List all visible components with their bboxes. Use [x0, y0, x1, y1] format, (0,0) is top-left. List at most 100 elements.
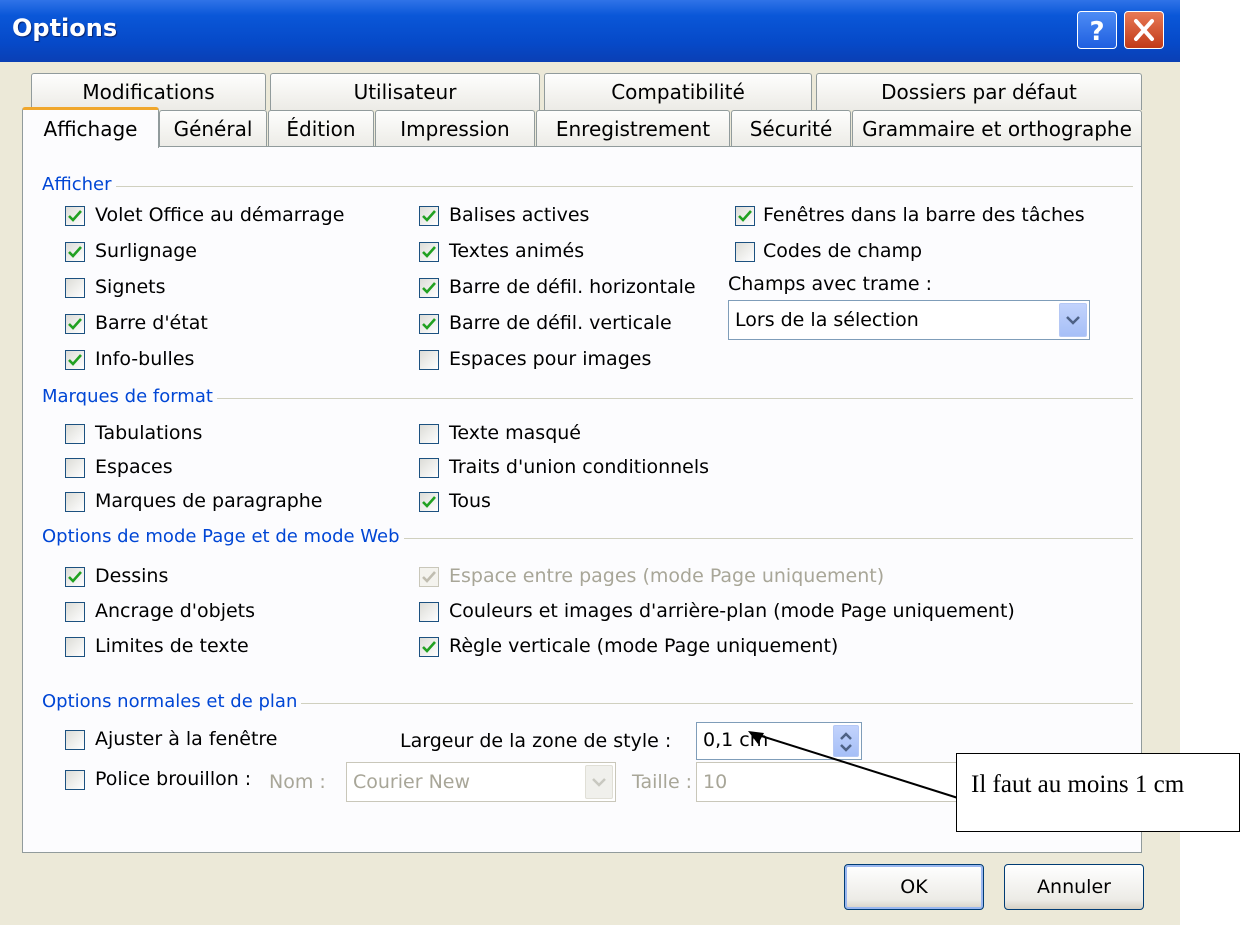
- label-espace-pages: Espace entre pages (mode Page uniquement…: [449, 565, 885, 587]
- checkbox-texte-masque[interactable]: [419, 424, 439, 444]
- checkbox-ajuster-fenetre[interactable]: [65, 730, 85, 750]
- label-defil-horizontale: Barre de défil. horizontale: [449, 276, 696, 298]
- checkbox-textes-animes[interactable]: [419, 242, 439, 262]
- checkmark-icon: [422, 571, 436, 583]
- tab-grammaire-orthographe[interactable]: Grammaire et orthographe: [852, 110, 1142, 147]
- tab-modifications[interactable]: Modifications: [31, 73, 266, 110]
- label-marques-paragraphe: Marques de paragraphe: [95, 490, 323, 512]
- label-textes-animes: Textes animés: [449, 240, 585, 262]
- checkbox-tabulations[interactable]: [65, 424, 85, 444]
- checkbox-espace-pages[interactable]: [419, 567, 439, 587]
- checkmark-icon: [68, 571, 82, 583]
- close-icon: [1134, 19, 1154, 41]
- label-signets: Signets: [95, 276, 166, 298]
- label-fenetres-barre: Fenêtres dans la barre des tâches: [763, 204, 1085, 226]
- checkbox-signets[interactable]: [65, 278, 85, 298]
- spinner-buttons[interactable]: [833, 725, 859, 757]
- tab-securite[interactable]: Sécurité: [731, 110, 851, 147]
- checkbox-info-bulles[interactable]: [65, 350, 85, 370]
- checkmark-icon: [422, 246, 436, 258]
- tab-compatibilite[interactable]: Compatibilité: [544, 73, 812, 110]
- tab-edition[interactable]: Édition: [268, 110, 374, 147]
- checkbox-codes-champ[interactable]: [735, 242, 755, 262]
- label-info-bulles: Info-bulles: [95, 348, 195, 370]
- label-volet-office: Volet Office au démarrage: [95, 204, 345, 226]
- ok-button[interactable]: OK: [844, 864, 984, 910]
- chevron-down-icon: [592, 778, 606, 787]
- checkbox-fenetres-barre[interactable]: [735, 206, 755, 226]
- tab-impression[interactable]: Impression: [375, 110, 535, 147]
- label-police-brouillon: Police brouillon :: [95, 768, 252, 790]
- label-surlignage: Surlignage: [95, 240, 197, 262]
- label-couleurs-images: Couleurs et images d'arrière-plan (mode …: [449, 600, 1015, 622]
- tab-utilisateur[interactable]: Utilisateur: [270, 73, 540, 110]
- label-tabulations: Tabulations: [95, 422, 203, 444]
- checkbox-couleurs-images[interactable]: [419, 602, 439, 622]
- tab-dossiers-par-defaut[interactable]: Dossiers par défaut: [816, 73, 1142, 110]
- section-divider: [43, 186, 1133, 187]
- label-regle-verticale: Règle verticale (mode Page uniquement): [449, 635, 839, 657]
- checkbox-regle-verticale[interactable]: [419, 637, 439, 657]
- tab-general[interactable]: Général: [159, 110, 267, 147]
- checkmark-icon: [68, 210, 82, 222]
- label-dessins: Dessins: [95, 565, 169, 587]
- cancel-button[interactable]: Annuler: [1004, 864, 1144, 910]
- checkbox-barre-etat[interactable]: [65, 314, 85, 334]
- zone-style-value: 0,1 cm: [703, 729, 769, 751]
- label-taille: Taille :: [632, 771, 693, 793]
- champs-trame-dropdown[interactable]: Lors de la sélection: [728, 300, 1090, 340]
- tab-panel: Afficher Volet Office au démarrage Surli…: [22, 146, 1142, 853]
- checkmark-icon: [422, 496, 436, 508]
- label-balises-actives: Balises actives: [449, 204, 590, 226]
- dropdown-arrow[interactable]: [585, 765, 613, 799]
- checkbox-tous[interactable]: [419, 492, 439, 512]
- section-options-normales-title: Options normales et de plan: [42, 691, 302, 712]
- label-defil-verticale: Barre de défil. verticale: [449, 312, 672, 334]
- help-button[interactable]: ?: [1077, 11, 1117, 49]
- checkbox-volet-office[interactable]: [65, 206, 85, 226]
- checkbox-surlignage[interactable]: [65, 242, 85, 262]
- checkbox-police-brouillon[interactable]: [65, 770, 85, 790]
- label-nom: Nom :: [269, 771, 326, 793]
- checkbox-limites-texte[interactable]: [65, 637, 85, 657]
- dropdown-arrow[interactable]: [1059, 303, 1087, 337]
- checkbox-defil-verticale[interactable]: [419, 314, 439, 334]
- label-texte-masque: Texte masqué: [449, 422, 581, 444]
- close-button[interactable]: [1124, 11, 1164, 49]
- label-limites-texte: Limites de texte: [95, 635, 249, 657]
- checkbox-espaces[interactable]: [65, 458, 85, 478]
- label-ancrage: Ancrage d'objets: [95, 600, 256, 622]
- tab-enregistrement[interactable]: Enregistrement: [536, 110, 730, 147]
- svg-text:?: ?: [1089, 17, 1104, 47]
- label-tous: Tous: [449, 490, 491, 512]
- checkbox-dessins[interactable]: [65, 567, 85, 587]
- checkbox-ancrage[interactable]: [65, 602, 85, 622]
- checkmark-icon: [738, 210, 752, 222]
- question-mark-icon: ?: [1089, 17, 1104, 47]
- tab-affichage[interactable]: Affichage: [22, 107, 159, 148]
- checkbox-espaces-images[interactable]: [419, 350, 439, 370]
- checkbox-defil-horizontale[interactable]: [419, 278, 439, 298]
- font-size-field[interactable]: 10: [696, 762, 966, 802]
- checkmark-icon: [422, 282, 436, 294]
- font-size-value: 10: [703, 771, 728, 793]
- label-traits-union: Traits d'union conditionnels: [449, 456, 710, 478]
- checkmark-icon: [68, 318, 82, 330]
- label-ajuster-fenetre: Ajuster à la fenêtre: [95, 728, 278, 750]
- section-afficher-title: Afficher: [42, 174, 116, 195]
- section-options-page-title: Options de mode Page et de mode Web: [42, 526, 404, 547]
- checkbox-marques-paragraphe[interactable]: [65, 492, 85, 512]
- label-espaces: Espaces: [95, 456, 173, 478]
- zone-style-spinner[interactable]: 0,1 cm: [696, 722, 862, 760]
- label-zone-style: Largeur de la zone de style :: [400, 730, 672, 752]
- title-bar: Options ?: [0, 0, 1180, 62]
- checkmark-icon: [68, 354, 82, 366]
- checkbox-balises-actives[interactable]: [419, 206, 439, 226]
- font-name-value: Courier New: [353, 771, 471, 793]
- section-marques-title: Marques de format: [42, 386, 217, 407]
- checkbox-traits-union[interactable]: [419, 458, 439, 478]
- label-espaces-images: Espaces pour images: [449, 348, 652, 370]
- chevron-down-icon: [1066, 316, 1080, 325]
- checkmark-icon: [422, 641, 436, 653]
- font-name-dropdown[interactable]: Courier New: [346, 762, 616, 802]
